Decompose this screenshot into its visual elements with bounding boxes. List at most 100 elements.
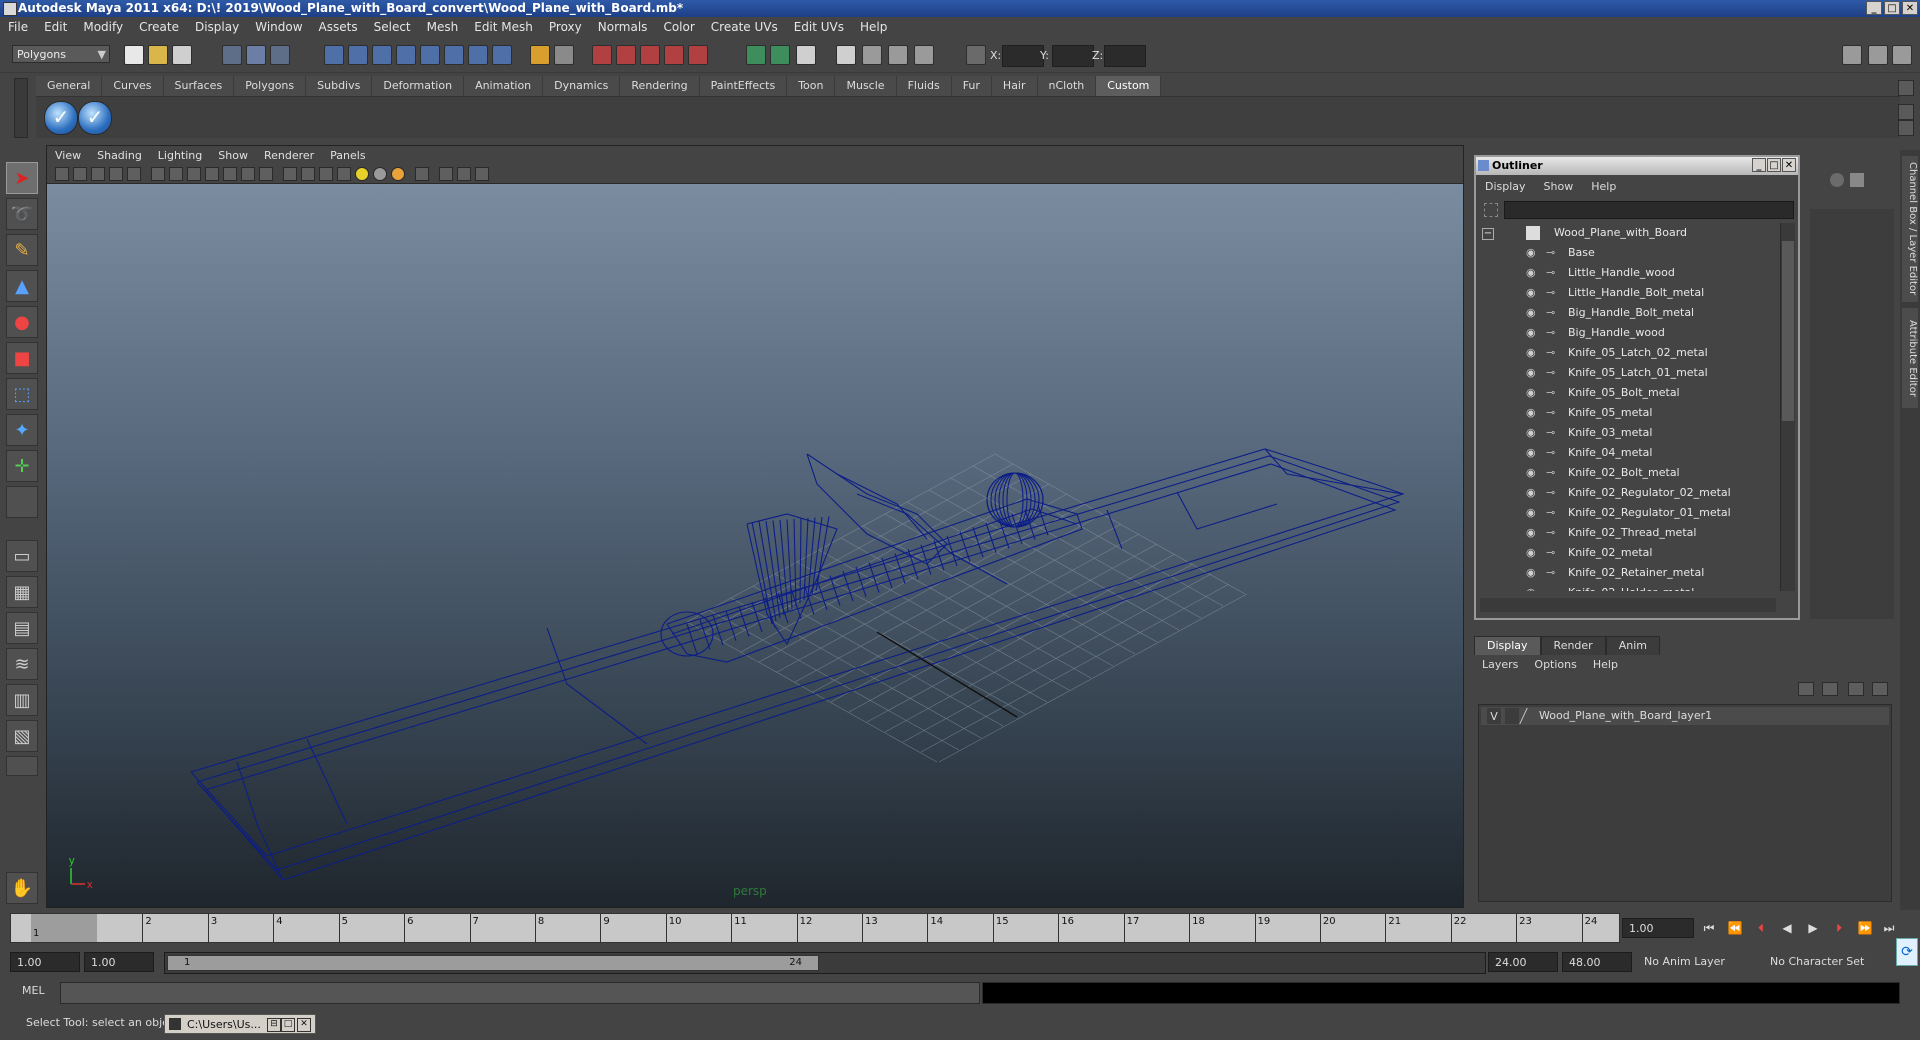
range-slider[interactable]: 1 24 <box>164 952 1486 974</box>
menu-create-uvs[interactable]: Create UVs <box>703 20 786 34</box>
layer-tab-render[interactable]: Render <box>1540 636 1606 655</box>
outliner-item[interactable]: ◉ ⊸ Knife_05_Latch_02_metal <box>1480 343 1776 363</box>
outliner-item[interactable]: ◉ ⊸ Knife_04_metal <box>1480 443 1776 463</box>
outliner-item[interactable]: ◉ ⊸ Knife_02_Bolt_metal <box>1480 463 1776 483</box>
outliner-menu-display[interactable]: Display <box>1476 180 1535 193</box>
menu-color[interactable]: Color <box>655 20 702 34</box>
shelf-menu-icon[interactable] <box>1898 80 1914 96</box>
shelf-tab-polygons[interactable]: Polygons <box>234 76 307 96</box>
viewport-menu-view[interactable]: View <box>47 149 89 162</box>
snap-grid-icon[interactable] <box>324 45 344 65</box>
layer-menu-options[interactable]: Options <box>1526 658 1584 671</box>
last-tool-slot[interactable] <box>6 486 38 518</box>
shelf-tab-ncloth[interactable]: nCloth <box>1037 76 1097 96</box>
playback-start-field[interactable]: 1.00 <box>84 952 154 972</box>
input-line-icon[interactable] <box>746 45 766 65</box>
xray-icon[interactable] <box>439 167 453 181</box>
show-manipulator-tool[interactable]: ✛ <box>6 450 38 482</box>
menu-file[interactable]: File <box>0 20 36 34</box>
menu-help[interactable]: Help <box>852 20 895 34</box>
shelf-tab-fluids[interactable]: Fluids <box>896 76 952 96</box>
task-close-icon[interactable]: ✕ <box>297 1018 311 1032</box>
hotbox-tool[interactable]: ✋ <box>6 872 38 904</box>
current-frame-field[interactable]: 1.00 <box>1622 918 1694 938</box>
outliner-scroll-thumb[interactable] <box>1782 241 1794 421</box>
outliner-menu-show[interactable]: Show <box>1535 180 1583 193</box>
outliner-title[interactable]: Outliner <box>1476 157 1798 175</box>
outliner-minimize-button[interactable]: _ <box>1752 158 1766 172</box>
all-lights-icon[interactable] <box>373 167 387 181</box>
resolution-gate-icon[interactable] <box>187 167 201 181</box>
outliner-item[interactable]: ◉ ⊸ Knife_05_Bolt_metal <box>1480 383 1776 403</box>
go-to-end-icon[interactable]: ⏭ <box>1880 920 1898 936</box>
channel-box-icon[interactable] <box>1830 173 1844 187</box>
menu-modify[interactable]: Modify <box>75 20 131 34</box>
shelf-tab-deformation[interactable]: Deformation <box>372 76 465 96</box>
shelf-tab-dynamics[interactable]: Dynamics <box>543 76 621 96</box>
snap-curve-icon[interactable] <box>348 45 368 65</box>
layout-hypershade-persp[interactable]: ▥ <box>6 684 38 716</box>
shelf-tab-toon[interactable]: Toon <box>787 76 836 96</box>
play-backwards-icon[interactable]: ◀ <box>1778 920 1796 936</box>
close-button[interactable]: ✕ <box>1902 1 1918 15</box>
maximize-button[interactable]: □ <box>1884 1 1900 15</box>
menu-mesh[interactable]: Mesh <box>419 20 467 34</box>
task-restore-icon[interactable]: ⊟ <box>267 1018 281 1032</box>
step-back-frame-icon[interactable]: ⏪ <box>1726 920 1744 936</box>
outliner-close-button[interactable]: ✕ <box>1782 158 1796 172</box>
move-layer-up-icon[interactable] <box>1798 682 1814 696</box>
select-tool[interactable]: ➤ <box>6 162 38 194</box>
outliner-vertical-scrollbar[interactable] <box>1780 223 1795 591</box>
viewport-menu-lighting[interactable]: Lighting <box>150 149 210 162</box>
move-layer-down-icon[interactable] <box>1822 682 1838 696</box>
outliner-search-input[interactable] <box>1504 201 1794 219</box>
two-d-pan-icon[interactable] <box>127 167 141 181</box>
snap-live-icon[interactable] <box>444 45 464 65</box>
shelf-scroll-up-icon[interactable] <box>1898 104 1914 120</box>
show-hide-tool-settings-icon[interactable] <box>836 45 856 65</box>
outliner-root-item[interactable]: − Wood_Plane_with_Board <box>1480 223 1776 243</box>
menu-edit[interactable]: Edit <box>36 20 75 34</box>
modeling-toolkit-icon[interactable] <box>914 45 934 65</box>
tab-channel-box-layer-editor[interactable]: Channel Box / Layer Editor <box>1902 156 1918 302</box>
collapse-icon[interactable]: − <box>1482 228 1494 240</box>
shelf-tab-painteffects[interactable]: PaintEffects <box>699 76 788 96</box>
bookmark-icon[interactable] <box>91 167 105 181</box>
command-input[interactable] <box>60 982 980 1004</box>
select-by-object-icon[interactable] <box>246 45 266 65</box>
outliner-item[interactable]: ◉ ⊸ Knife_02_Holder_metal <box>1480 583 1776 591</box>
menu-create[interactable]: Create <box>131 20 187 34</box>
show-hide-channel-box-icon[interactable] <box>862 45 882 65</box>
menu-set-selector[interactable]: Polygons ▼ <box>12 45 110 63</box>
camera-attributes-icon[interactable] <box>73 167 87 181</box>
layout-outliner-persp[interactable]: ▤ <box>6 612 38 644</box>
lasso-tool[interactable]: ➰ <box>6 198 38 230</box>
channel-box-area[interactable] <box>1810 209 1894 619</box>
shelf-checkmark-button-2[interactable]: ✓ <box>78 101 112 135</box>
shelf-tab-hair[interactable]: Hair <box>991 76 1038 96</box>
menu-edit-uvs[interactable]: Edit UVs <box>786 20 852 34</box>
layer-editor-icon-small[interactable] <box>1850 173 1864 187</box>
layer-menu-layers[interactable]: Layers <box>1474 658 1526 671</box>
viewport-3d-scene[interactable]: y x <box>47 184 1463 907</box>
layer-tab-anim[interactable]: Anim <box>1605 636 1660 655</box>
shelf-tab-fur[interactable]: Fur <box>951 76 992 96</box>
hypershade-icon[interactable] <box>664 45 684 65</box>
layer-color-swatch[interactable] <box>1519 708 1536 724</box>
shelf-tab-surfaces[interactable]: Surfaces <box>163 76 235 96</box>
save-scene-icon[interactable] <box>172 45 192 65</box>
xray-joints-icon[interactable] <box>457 167 471 181</box>
universal-manipulator-tool[interactable]: ⬚ <box>6 378 38 410</box>
wireframe-shading-icon[interactable] <box>283 167 297 181</box>
soft-modification-tool[interactable]: ✦ <box>6 414 38 446</box>
minimize-button[interactable]: _ <box>1866 1 1882 15</box>
y-field[interactable] <box>1052 45 1094 67</box>
default-light-icon[interactable] <box>355 167 369 181</box>
transform-mode-icon[interactable] <box>966 45 986 65</box>
menu-window[interactable]: Window <box>247 20 310 34</box>
paint-select-tool[interactable]: ✎ <box>6 234 38 266</box>
current-time-indicator[interactable]: 1 <box>31 914 97 942</box>
outliner-item[interactable]: ◉ ⊸ Knife_02_Regulator_01_metal <box>1480 503 1776 523</box>
shelf-tab-muscle[interactable]: Muscle <box>835 76 897 96</box>
isolate-select-icon[interactable] <box>415 167 429 181</box>
